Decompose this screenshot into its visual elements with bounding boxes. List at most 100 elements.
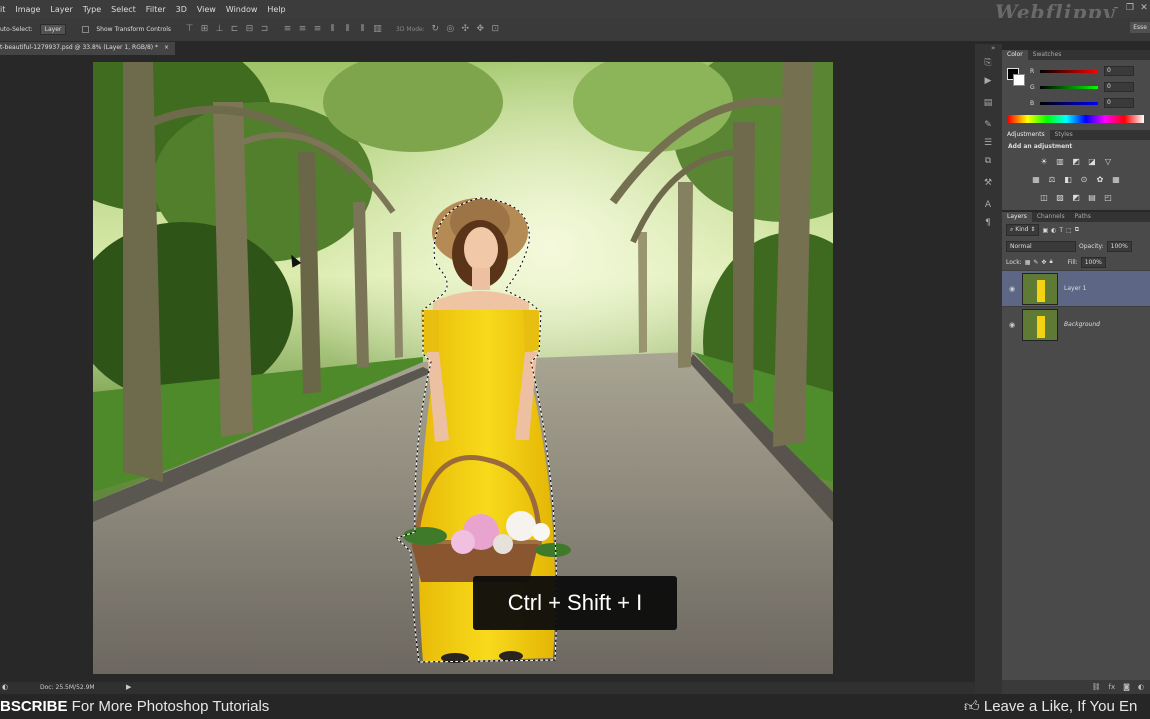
vibrance-icon[interactable]: ▽ (1101, 156, 1115, 168)
properties-panel-icon[interactable]: ▤ (978, 95, 998, 111)
zoom-indicator-icon[interactable]: ◐ (2, 683, 8, 691)
filter-shape-icon[interactable]: ⬚ (1066, 227, 1072, 234)
tool-presets-icon[interactable]: ⚒ (978, 175, 998, 191)
menu-item-layer[interactable]: Layer (45, 5, 77, 14)
filter-smart-object-icon[interactable]: ⧉ (1075, 226, 1079, 234)
filter-type-icon[interactable]: T (1059, 227, 1063, 234)
align-top-icon[interactable]: ⊤ (184, 24, 195, 35)
red-value-field[interactable]: 0 (1104, 66, 1134, 76)
menu-item-3d[interactable]: 3D (171, 5, 192, 14)
close-window-icon[interactable]: ✕ (1138, 2, 1150, 14)
lock-all-icon[interactable]: 🔒︎ (1049, 258, 1052, 266)
tab-styles[interactable]: Styles (1050, 130, 1078, 140)
distribute-right-icon[interactable]: ⦀ (357, 24, 368, 35)
black-white-icon[interactable]: ◧ (1061, 174, 1075, 186)
document-tab-close-icon[interactable]: × (164, 44, 169, 51)
menu-item-help[interactable]: Help (262, 5, 290, 14)
curves-icon[interactable]: ◩ (1069, 156, 1083, 168)
visibility-eye-icon[interactable]: ◉ (1002, 285, 1022, 293)
distribute-vcenter-icon[interactable]: ≡ (297, 24, 308, 35)
link-layers-icon[interactable]: ⛓ (1092, 683, 1101, 691)
add-mask-icon[interactable]: ◙ (1123, 683, 1130, 691)
3d-scale-icon[interactable]: ⊡ (490, 24, 501, 35)
align-hcenter-icon[interactable]: ⊟ (244, 24, 255, 35)
workspace-switcher-button[interactable]: Esse (1130, 22, 1150, 33)
blue-slider[interactable] (1040, 101, 1098, 105)
visibility-eye-icon[interactable]: ◉ (1002, 321, 1022, 329)
opacity-field[interactable]: 100% (1106, 240, 1132, 252)
tab-color[interactable]: Color (1002, 50, 1028, 60)
align-left-icon[interactable]: ⊏ (229, 24, 240, 35)
blue-value-field[interactable]: 0 (1104, 98, 1134, 108)
brush-presets-icon[interactable]: ☰ (978, 135, 998, 151)
posterize-icon[interactable]: ▨ (1053, 192, 1067, 204)
menu-item-select[interactable]: Select (106, 5, 141, 14)
green-slider[interactable] (1040, 85, 1098, 89)
new-adjustment-layer-icon[interactable]: ◐ (1138, 683, 1144, 691)
actions-play-icon[interactable]: ▶ (978, 73, 998, 89)
exposure-icon[interactable]: ◪ (1085, 156, 1099, 168)
menu-item-window[interactable]: Window (221, 5, 263, 14)
image-canvas[interactable] (93, 62, 833, 674)
green-value-field[interactable]: 0 (1104, 82, 1134, 92)
document-tab[interactable]: t-beautiful-1279937.psd @ 33.8% (Layer 1… (0, 42, 176, 55)
menu-item-edit[interactable]: it (0, 5, 10, 14)
threshold-icon[interactable]: ◩ (1069, 192, 1083, 204)
distribute-hcenter-icon[interactable]: ⦀ (342, 24, 353, 35)
color-lookup-icon[interactable]: ▦ (1109, 174, 1123, 186)
3d-rotate-icon[interactable]: ↻ (430, 24, 441, 35)
align-right-icon[interactable]: ⊐ (259, 24, 270, 35)
layer-row-background[interactable]: ◉ Background (1002, 306, 1150, 342)
menu-item-view[interactable]: View (192, 5, 221, 14)
lock-pixels-icon[interactable]: ✎ (1033, 259, 1038, 266)
lock-transparency-icon[interactable]: ▦ (1025, 259, 1031, 266)
invert-icon[interactable]: ◫ (1037, 192, 1051, 204)
layer-row-layer-1[interactable]: ◉ Layer 1 (1002, 270, 1150, 306)
tab-adjustments[interactable]: Adjustments (1002, 130, 1050, 140)
restore-icon[interactable]: ❐ (1124, 2, 1136, 14)
3d-slide-icon[interactable]: ✥ (475, 24, 486, 35)
menu-item-filter[interactable]: Filter (141, 5, 171, 14)
blend-mode-dropdown[interactable]: Normal (1006, 240, 1076, 252)
distribute-top-icon[interactable]: ≡ (282, 24, 293, 35)
minimize-icon[interactable]: – (1110, 2, 1122, 14)
background-color-swatch[interactable] (1013, 74, 1025, 86)
selective-color-icon[interactable]: ◰ (1101, 192, 1115, 204)
layer-filter-kind-dropdown[interactable]: ⌕ Kind ⇕ (1006, 224, 1040, 236)
levels-icon[interactable]: ▥ (1053, 156, 1067, 168)
red-slider[interactable] (1040, 69, 1098, 73)
hue-saturation-icon[interactable]: ▦ (1029, 174, 1043, 186)
distribute-bottom-icon[interactable]: ≡ (312, 24, 323, 35)
gradient-map-icon[interactable]: ▤ (1085, 192, 1099, 204)
tab-paths[interactable]: Paths (1070, 212, 1096, 222)
color-spectrum-bar[interactable] (1008, 115, 1144, 123)
status-menu-arrow-icon[interactable]: ▶ (126, 683, 131, 691)
align-bottom-icon[interactable]: ⊥ (214, 24, 225, 35)
menu-item-image[interactable]: Image (10, 5, 45, 14)
align-vcenter-icon[interactable]: ⊞ (199, 24, 210, 35)
filter-pixel-icon[interactable]: ▣ (1042, 227, 1048, 234)
distribute-left-icon[interactable]: ⦀ (327, 24, 338, 35)
tab-swatches[interactable]: Swatches (1028, 50, 1067, 60)
photo-filter-icon[interactable]: ⊙ (1077, 174, 1091, 186)
menu-item-type[interactable]: Type (78, 5, 106, 14)
color-balance-icon[interactable]: ⚖ (1045, 174, 1059, 186)
brightness-contrast-icon[interactable]: ☀ (1037, 156, 1051, 168)
show-transform-checkbox[interactable] (82, 26, 90, 33)
collapse-panels-icon[interactable]: » (991, 44, 995, 52)
3d-roll-icon[interactable]: ◎ (445, 24, 456, 35)
tab-layers[interactable]: Layers (1002, 212, 1032, 222)
brush-panel-icon[interactable]: ✎ (978, 117, 998, 133)
lock-position-icon[interactable]: ✥ (1041, 259, 1046, 266)
3d-pan-icon[interactable]: ✣ (460, 24, 471, 35)
channel-mixer-icon[interactable]: ✿ (1093, 174, 1107, 186)
filter-adjustment-icon[interactable]: ◐ (1051, 227, 1056, 234)
clone-source-icon[interactable]: ⧉ (978, 153, 998, 169)
history-panel-icon[interactable]: ⎘ (978, 55, 998, 71)
layer-style-fx-icon[interactable]: fx (1108, 683, 1115, 691)
fill-field[interactable]: 100% (1080, 256, 1106, 268)
auto-align-icon[interactable]: ▥ (372, 24, 383, 35)
tab-channels[interactable]: Channels (1032, 212, 1070, 222)
auto-select-dropdown[interactable]: Layer (39, 24, 67, 35)
paragraph-panel-icon[interactable]: ¶ (978, 215, 998, 231)
